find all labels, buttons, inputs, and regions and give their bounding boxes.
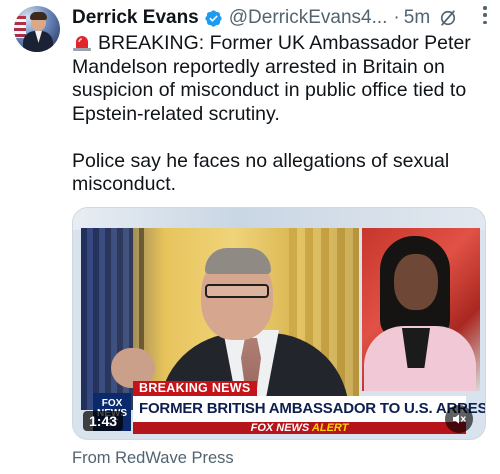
author-handle[interactable]: @DerrickEvans4...	[229, 7, 388, 29]
grok-icon[interactable]	[438, 8, 458, 28]
media-source-attribution[interactable]: From RedWave Press	[72, 449, 234, 468]
video-right-panel	[362, 228, 480, 391]
siren-icon	[73, 36, 91, 51]
tweet-header: Derrick Evans @DerrickEvans4... · 5m	[72, 5, 490, 31]
verified-badge-icon	[205, 9, 222, 27]
author-name[interactable]: Derrick Evans	[72, 7, 199, 29]
timestamp[interactable]: 5m	[404, 7, 430, 29]
alert-word: ALERT	[311, 422, 349, 434]
tweet-text: BREAKING: Former UK Ambassador Peter Man…	[72, 32, 492, 197]
speaker-muted-icon[interactable]	[445, 405, 473, 433]
separator-dot: ·	[393, 7, 400, 28]
more-icon[interactable]	[482, 6, 488, 24]
video-duration: 1:43	[83, 411, 124, 431]
tweet-line-police: Police say he faces no allegations of se…	[72, 149, 450, 196]
tweet-line-breaking: BREAKING: Former UK Ambassador Peter Man…	[72, 32, 471, 125]
avatar[interactable]	[14, 6, 60, 52]
breaking-news-label: BREAKING NEWS	[133, 381, 257, 396]
avatar-flag	[14, 16, 26, 38]
news-chyron: FORMER BRITISH AMBASSADOR TO U.S. ARREST…	[133, 396, 485, 422]
video-player[interactable]: BREAKING NEWS FORMER BRITISH AMBASSADOR …	[72, 207, 486, 440]
fox-news-alert-bar: FOX NEWS ALERT	[133, 422, 466, 434]
alert-prefix: FOX NEWS	[250, 422, 310, 434]
